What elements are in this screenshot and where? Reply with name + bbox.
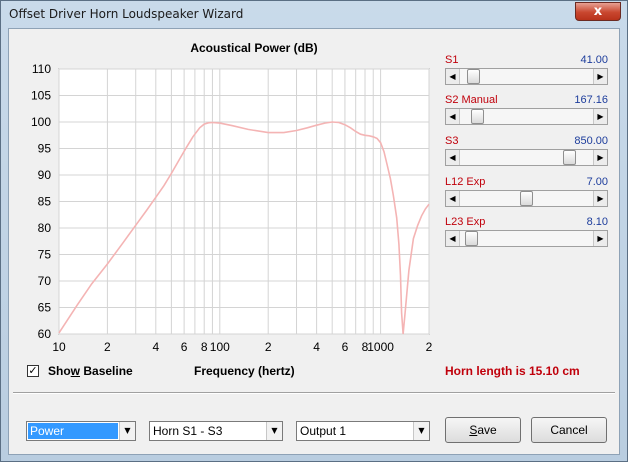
param-l12-slider[interactable]: ◀ ▶: [445, 190, 608, 207]
x-tick-label: 6: [342, 340, 349, 354]
slider-thumb[interactable]: [470, 109, 484, 124]
close-button[interactable]: x: [575, 2, 621, 21]
dropdown-arrow-icon[interactable]: ▼: [413, 422, 429, 440]
param-s3-label: S3: [445, 135, 459, 147]
x-tick-label: 8: [201, 340, 208, 354]
dropdown-arrow-icon[interactable]: ▼: [266, 422, 282, 440]
title-bar: Offset Driver Horn Loudspeaker Wizard x: [1, 1, 627, 27]
show-baseline-checkbox[interactable]: ✓: [27, 365, 39, 377]
x-tick-label: 6: [181, 340, 188, 354]
param-l23-slider[interactable]: ◀ ▶: [445, 230, 608, 247]
param-s2-value: 167.16: [574, 94, 608, 106]
scroll-left-arrow-icon[interactable]: ◀: [446, 69, 460, 84]
x-tick-label: 1000: [367, 340, 394, 354]
param-s3-slider[interactable]: ◀ ▶: [445, 149, 608, 166]
slider-thumb[interactable]: [464, 231, 478, 246]
dialog-client-area: Acoustical Power (dB) 110 105 100 95 90 85 80 7…: [8, 28, 620, 455]
y-tick-label: 110: [32, 62, 51, 76]
x-tick-labels: 10 2 4 6 8 100 2 4 6 81000 2: [52, 340, 432, 354]
section-dropdown[interactable]: Horn S1 - S3 ▼: [149, 421, 283, 441]
checkmark-icon: ✓: [28, 364, 38, 377]
scroll-left-arrow-icon[interactable]: ◀: [446, 191, 460, 206]
show-baseline-accel-key: w: [70, 364, 81, 378]
x-tick-label: 10: [52, 340, 66, 354]
param-l12-value: 7.00: [586, 176, 608, 188]
y-tick-label: 85: [38, 195, 52, 209]
dropdown-arrow-icon[interactable]: ▼: [119, 422, 135, 440]
window-title: Offset Driver Horn Loudspeaker Wizard: [9, 7, 244, 21]
x-tick-label: 2: [104, 340, 111, 354]
param-s2-label: S2 Manual: [445, 94, 498, 106]
output-dropdown-value: Output 1: [300, 424, 347, 438]
measure-dropdown-value: Power: [28, 423, 118, 439]
horn-length-readout: Horn length is 15.10 cm: [445, 364, 580, 378]
slider-thumb[interactable]: [520, 191, 533, 206]
scroll-right-arrow-icon[interactable]: ▶: [593, 150, 607, 165]
x-tick-label: 4: [313, 340, 320, 354]
scroll-left-arrow-icon[interactable]: ◀: [446, 150, 460, 165]
param-l12-label: L12 Exp: [445, 176, 486, 188]
y-tick-label: 75: [38, 248, 52, 262]
y-tick-label: 95: [38, 142, 52, 156]
param-s1-slider[interactable]: ◀ ▶: [445, 68, 608, 85]
x-tick-label: 2: [426, 340, 433, 354]
scroll-right-arrow-icon[interactable]: ▶: [593, 231, 607, 246]
x-tick-label: 2: [265, 340, 272, 354]
scroll-left-arrow-icon[interactable]: ◀: [446, 231, 460, 246]
measure-dropdown[interactable]: Power ▼: [26, 421, 136, 441]
wizard-window: Offset Driver Horn Loudspeaker Wizard x …: [0, 0, 628, 462]
y-tick-label: 80: [38, 221, 52, 235]
y-tick-label: 60: [38, 327, 52, 341]
show-baseline-label-pre: Sho: [48, 364, 71, 378]
param-s1-label: S1: [445, 54, 459, 66]
param-s3-value: 850.00: [574, 135, 608, 147]
show-baseline-label[interactable]: Show Baseline: [48, 364, 133, 378]
param-l23-value: 8.10: [586, 216, 608, 228]
param-s2-slider[interactable]: ◀ ▶: [445, 108, 608, 125]
x-tick-label: 4: [152, 340, 159, 354]
scroll-left-arrow-icon[interactable]: ◀: [446, 109, 460, 124]
save-button-label: ave: [477, 423, 497, 437]
output-dropdown[interactable]: Output 1 ▼: [296, 421, 430, 441]
section-dropdown-value: Horn S1 - S3: [153, 424, 223, 438]
save-button[interactable]: Save: [445, 417, 521, 443]
y-tick-label: 105: [31, 89, 51, 103]
separator: [13, 392, 615, 394]
y-tick-label: 100: [31, 115, 51, 129]
y-tick-label: 90: [38, 168, 52, 182]
show-baseline-label-post: Baseline: [80, 364, 133, 378]
x-axis-title: Frequency (hertz): [194, 364, 295, 378]
slider-thumb[interactable]: [467, 69, 481, 84]
y-tick-labels: 110 105 100 95 90 85 80 75 70 65 60: [31, 62, 51, 341]
param-l23-label: L23 Exp: [445, 216, 486, 228]
y-tick-label: 70: [38, 274, 52, 288]
x-tick-label: 100: [210, 340, 230, 354]
scroll-right-arrow-icon[interactable]: ▶: [593, 191, 607, 206]
scroll-right-arrow-icon[interactable]: ▶: [593, 109, 607, 124]
y-tick-label: 65: [38, 301, 52, 315]
scroll-right-arrow-icon[interactable]: ▶: [593, 69, 607, 84]
cancel-button[interactable]: Cancel: [531, 417, 607, 443]
slider-thumb[interactable]: [563, 150, 577, 165]
param-s1-value: 41.00: [580, 54, 608, 66]
